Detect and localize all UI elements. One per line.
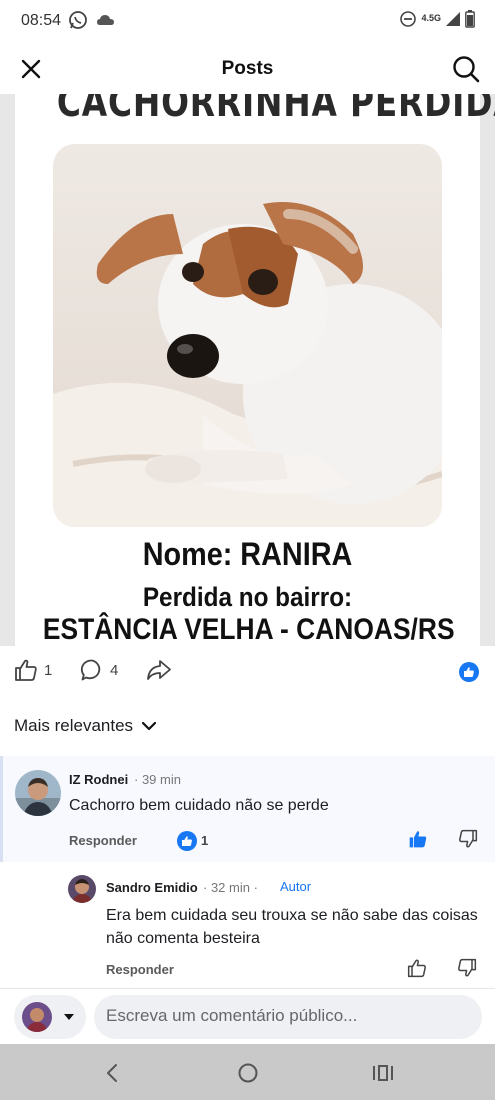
poster-headline: CACHORRINHA PERDIDA [56,94,495,126]
comment-sort-dropdown[interactable]: Mais relevantes [14,716,157,736]
signal-icon [445,11,461,32]
thumbs-up-icon [407,959,426,978]
thumbs-up-icon [182,836,192,846]
status-bar: 08:54 4.5G [0,0,495,44]
like-count: 1 [44,661,53,679]
identity-switcher[interactable] [14,995,86,1039]
post-actions: 1 4 [0,648,495,694]
like-reaction-badge[interactable] [459,662,479,682]
comment-count: 4 [110,661,119,679]
comment-dislike-button[interactable] [455,826,481,852]
search-button[interactable] [449,52,483,86]
like-button[interactable]: 1 [14,658,52,682]
thumbs-down-icon [459,829,478,848]
comment-icon [80,659,101,681]
system-navigation-bar [0,1044,495,1100]
comment-reaction-count: 1 [201,833,209,848]
comment-button[interactable]: 4 [80,658,118,682]
share-button[interactable] [146,658,172,682]
avatar [22,1002,52,1032]
comment-text: Era bem cuidada seu trouxa se não sabe d… [106,907,478,947]
close-icon [21,59,41,79]
home-button[interactable] [233,1058,263,1088]
status-notification-icons [68,10,116,35]
recents-icon [373,1065,393,1081]
comment-dislike-button[interactable] [454,955,480,981]
share-icon [147,660,171,680]
poster-dog-name: Nome: RANIRA [142,536,353,572]
page-title: Posts [221,58,274,79]
thumbs-up-icon [15,659,37,681]
comment-time: · 32 min · [203,880,258,895]
thumbs-down-icon [458,958,477,977]
thumbs-up-filled-icon [409,831,427,848]
cloud-icon [96,10,116,35]
back-button[interactable] [97,1058,127,1088]
poster-location: ESTÂNCIA VELHA - CANOAS/RS [42,613,455,646]
dog-photo [53,144,442,527]
comment-like-button[interactable] [404,955,430,981]
avatar[interactable] [15,770,61,816]
poster-lost-location-label: Perdida no bairro: [142,582,353,612]
close-button[interactable] [14,54,48,84]
comment-composer: Escreva um comentário público... [0,988,495,1044]
status-system-icons: 4.5G [399,10,475,33]
comment-author[interactable]: Sandro Emidio [106,880,198,895]
do-not-disturb-icon [399,10,417,33]
recents-button[interactable] [368,1058,398,1088]
post-image[interactable]: CACHORRINHA PERDIDA Nome: RANIRA Perdida… [0,94,495,646]
search-icon [453,56,480,83]
home-icon [238,1063,258,1083]
reply-button[interactable]: Responder [69,833,137,848]
battery-icon [465,10,475,33]
comment-reaction-badge[interactable] [177,831,197,851]
chevron-down-icon [141,721,157,731]
avatar[interactable] [68,875,96,903]
comment-author[interactable]: IZ Rodnei [69,772,128,787]
comment-item: IZ Rodnei · 39 min Cachorro bem cuidado … [0,756,495,862]
author-tag: Autor [280,879,312,894]
top-app-bar: Posts [0,44,495,94]
comment-text: Cachorro bem cuidado não se perde [69,797,329,814]
thumbs-up-icon [464,667,474,677]
caret-down-icon [64,1014,74,1020]
sort-label: Mais relevantes [14,716,134,735]
comment-input[interactable]: Escreva um comentário público... [94,995,482,1039]
network-type: 4.5G [421,12,441,23]
whatsapp-icon [68,10,88,35]
comment-time: · 39 min [134,772,181,787]
status-time: 08:54 [21,12,62,29]
reply-button[interactable]: Responder [106,962,174,977]
lost-dog-poster: CACHORRINHA PERDIDA Nome: RANIRA Perdida… [15,94,495,646]
comment-like-button[interactable] [405,826,431,852]
back-icon [107,1064,117,1082]
